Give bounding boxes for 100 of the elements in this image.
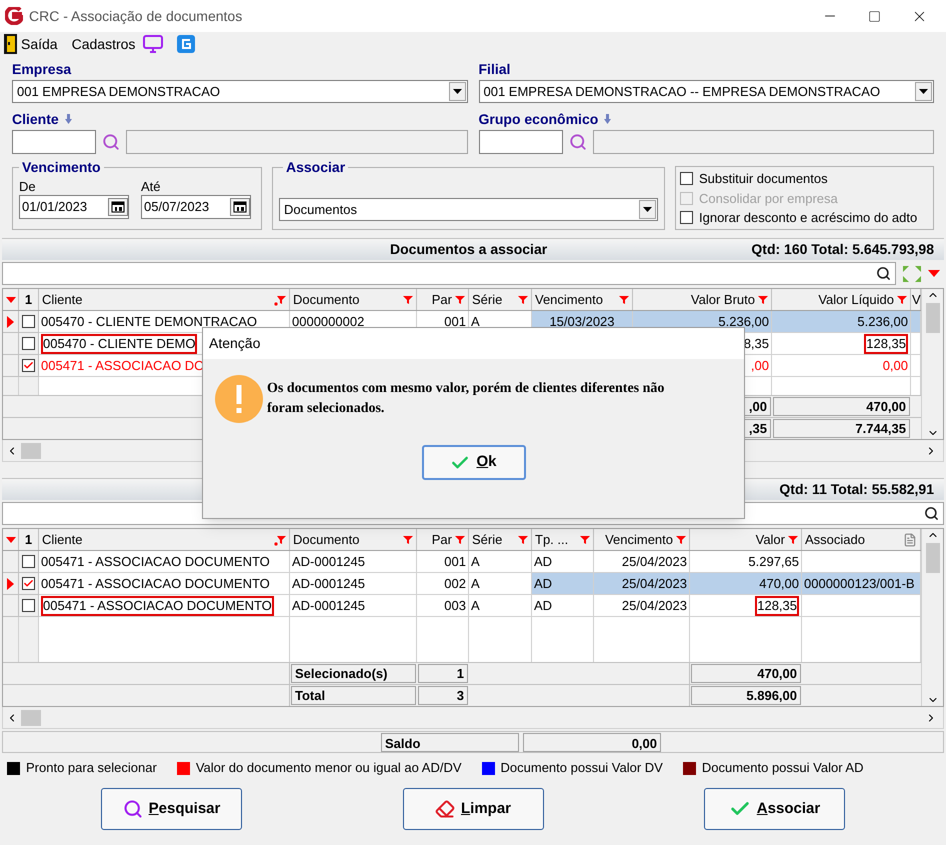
table-cell: AD — [532, 573, 594, 595]
window-title: CRC - Associação de documentos — [29, 6, 244, 26]
dropdown[interactable]: 001 EMPRESA DEMONSTRACAO -- EMPRESA DEMONSTRACAO — [478, 80, 934, 103]
column-header[interactable]: Valor Bruto — [633, 289, 772, 310]
section-summary: Qtd: 160 Total: 5.645.793,98 — [751, 240, 934, 259]
monitor-icon[interactable] — [143, 35, 164, 53]
action-button[interactable]: Pesquisar — [101, 788, 242, 830]
column-header[interactable]: Tp. ... — [532, 529, 594, 550]
action-button[interactable]: Associar — [704, 788, 845, 830]
column-header[interactable]: Par — [417, 289, 469, 310]
column-header[interactable]: Documento — [290, 529, 417, 550]
date-field[interactable]: 05/07/2023 — [141, 195, 251, 219]
column-header[interactable]: Vencimento — [532, 289, 633, 310]
column-header[interactable]: Vencimento — [594, 529, 690, 550]
filter-icon[interactable] — [676, 534, 686, 544]
filter-icon[interactable] — [619, 294, 629, 304]
filter-icon[interactable] — [455, 534, 465, 544]
expand-icon[interactable] — [901, 264, 923, 282]
filter-icon[interactable] — [518, 294, 528, 304]
column-menu-icon[interactable] — [6, 536, 16, 542]
column-header[interactable]: Par — [417, 529, 469, 550]
row-checkbox[interactable] — [22, 337, 35, 350]
filter-field[interactable] — [2, 262, 896, 285]
filter-icon[interactable] — [403, 294, 413, 304]
option-checkbox[interactable] — [680, 172, 693, 186]
scroll-thumb[interactable] — [926, 303, 940, 333]
total-value: 7.744,35 — [773, 419, 910, 438]
row-checkbox[interactable] — [22, 315, 35, 328]
legend-label: Valor do documento menor ou igual ao AD/DV — [196, 759, 462, 778]
dialog-title: Atenção — [209, 334, 260, 353]
total-value: Selecionado(s) — [291, 664, 416, 683]
row-checkbox[interactable] — [22, 555, 35, 568]
horizontal-scrollbar[interactable] — [2, 707, 944, 729]
scroll-thumb[interactable] — [21, 710, 41, 726]
table-cell: A — [469, 551, 532, 573]
highlight-box: 128,35 — [864, 334, 908, 354]
row-checkbox[interactable] — [22, 359, 35, 372]
date-field[interactable]: 01/01/2023 — [19, 195, 129, 219]
code-field[interactable] — [12, 130, 96, 154]
down-arrow-icon — [604, 114, 612, 124]
column-header[interactable]: Série — [469, 529, 532, 550]
sort-filter-icon[interactable] — [274, 294, 286, 306]
warning-icon — [215, 375, 263, 423]
dropdown[interactable]: 001 EMPRESA DEMONSTRACAO — [12, 80, 468, 103]
row-checkbox[interactable] — [22, 599, 35, 612]
column-header[interactable]: Documento — [290, 289, 417, 310]
sort-header[interactable]: 1 — [24, 530, 32, 550]
filter-icon[interactable] — [788, 534, 798, 544]
column-header[interactable]: Cliente — [39, 289, 290, 310]
scroll-thumb[interactable] — [926, 543, 940, 573]
table-cell: 25/04/2023 — [594, 595, 690, 617]
menu-item[interactable]: Saída — [21, 34, 58, 54]
date-label: De — [19, 179, 37, 195]
filter-icon[interactable] — [580, 534, 590, 544]
ok-button[interactable]: Ok — [422, 445, 526, 480]
balance-value: 0,00 — [523, 732, 661, 752]
section-summary: Qtd: 11 Total: 55.582,91 — [779, 480, 934, 499]
exit-door-icon — [4, 34, 17, 54]
dropdown[interactable]: Documentos — [279, 198, 658, 221]
table-cell: AD-0001245 — [290, 573, 417, 595]
field-label: Grupo econômico — [478, 111, 598, 127]
calendar-icon[interactable] — [230, 198, 250, 216]
field-label: Filial — [478, 61, 512, 77]
highlight-box: 005470 - CLIENTE DEMO — [41, 334, 198, 354]
group-title: Vencimento — [19, 159, 104, 175]
sort-filter-icon[interactable] — [274, 534, 286, 546]
code-field[interactable] — [478, 130, 562, 154]
column-header[interactable]: Valor — [690, 529, 802, 550]
table-cell: 005471 - ASSOCIACAO DOCUMENTO — [39, 573, 290, 595]
vertical-scrollbar[interactable] — [921, 289, 943, 439]
row-indicator[interactable] — [3, 311, 19, 333]
filter-icon[interactable] — [455, 294, 465, 304]
table-cell: 25/04/2023 — [594, 573, 690, 595]
table-cell: 5.236,00 — [772, 311, 911, 333]
filter-icon[interactable] — [897, 294, 907, 304]
app-badge-icon[interactable] — [177, 35, 196, 53]
vertical-scrollbar[interactable] — [921, 529, 943, 706]
filter-icon[interactable] — [518, 534, 528, 544]
menu-item[interactable]: Cadastros — [72, 34, 136, 54]
column-header[interactable]: Cliente — [39, 529, 290, 550]
table-cell: 0,00 — [772, 355, 911, 377]
total-value: 3 — [418, 686, 468, 705]
column-menu-icon[interactable] — [6, 296, 16, 302]
maximize-icon[interactable] — [868, 10, 881, 22]
section-title: Documentos a associar — [390, 240, 548, 259]
menu-caret-icon[interactable] — [928, 270, 940, 277]
search-icon[interactable] — [924, 506, 939, 521]
option-checkbox[interactable] — [680, 211, 693, 224]
filter-icon[interactable] — [403, 534, 413, 544]
column-header[interactable]: Valor Líquido — [772, 289, 911, 310]
filter-icon[interactable] — [758, 294, 768, 304]
sort-header[interactable]: 1 — [24, 290, 32, 310]
calendar-icon[interactable] — [108, 198, 128, 216]
row-checkbox[interactable] — [22, 577, 35, 590]
row-indicator[interactable] — [3, 573, 19, 595]
search-icon[interactable] — [876, 266, 891, 281]
field-label: Empresa — [12, 61, 72, 77]
column-header[interactable]: Série — [469, 289, 532, 310]
scroll-thumb[interactable] — [21, 442, 41, 458]
action-button[interactable]: Limpar — [402, 788, 544, 830]
